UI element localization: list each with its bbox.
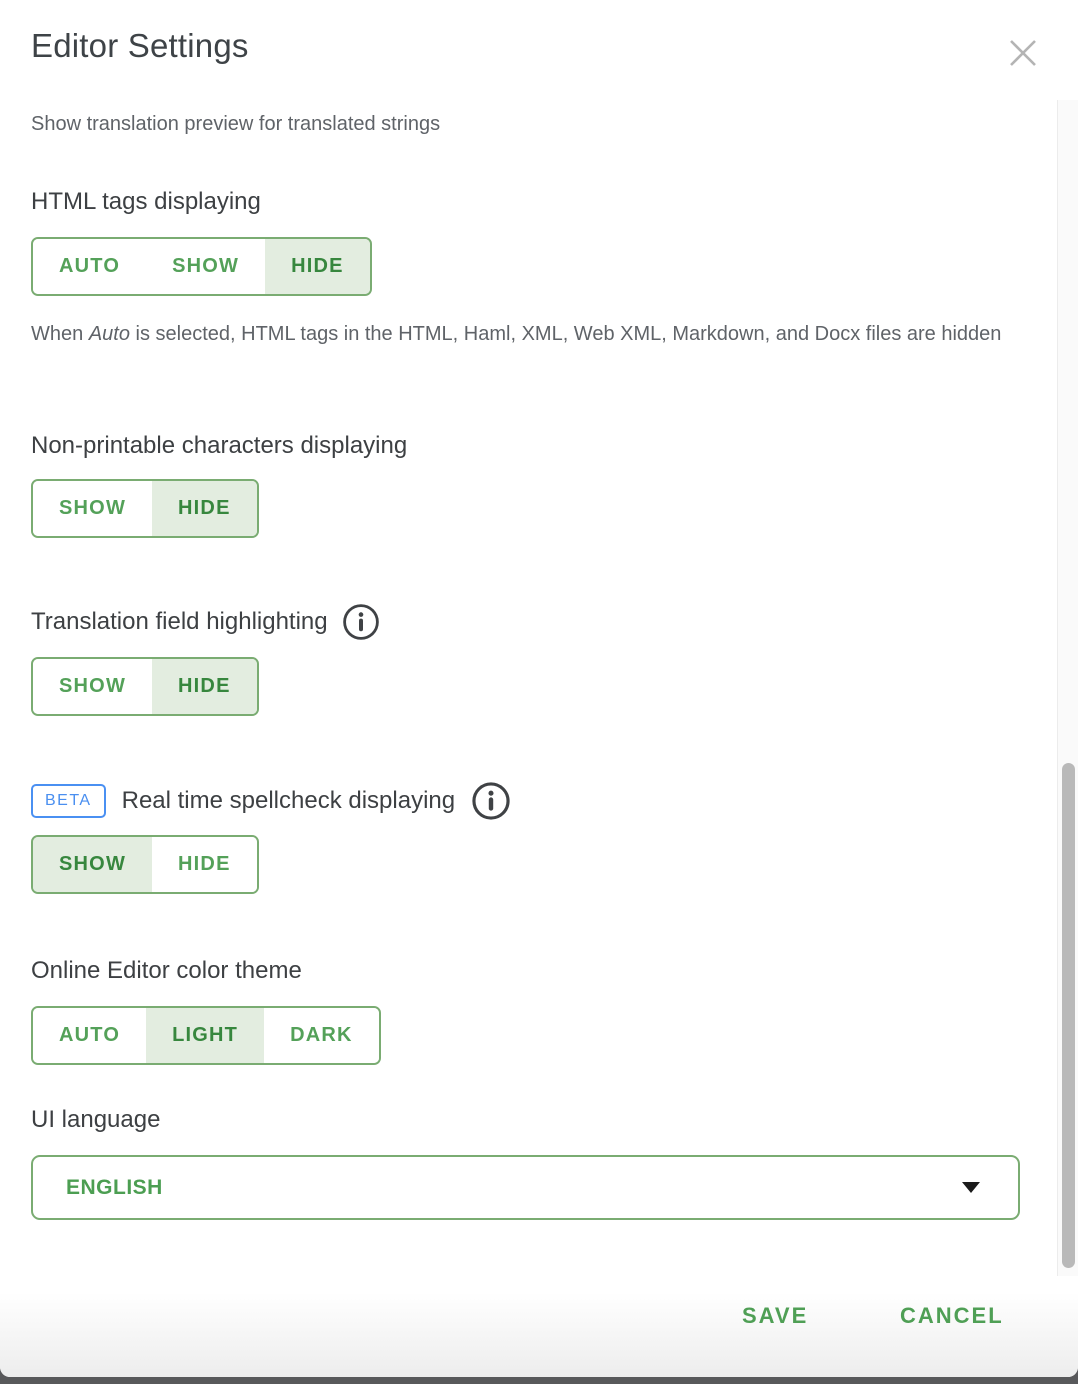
non-printable-label: Non-printable characters displaying bbox=[31, 432, 407, 460]
desc-text: When bbox=[31, 323, 89, 345]
html-tags-label: HTML tags displaying bbox=[31, 188, 261, 216]
spellcheck-label: Real time spellcheck displaying bbox=[122, 787, 456, 815]
spellcheck-option-hide[interactable]: HIDE bbox=[152, 837, 257, 892]
non-printable-option-show[interactable]: SHOW bbox=[33, 481, 152, 536]
field-highlight-toggle: SHOW HIDE bbox=[31, 657, 259, 716]
html-tags-description: When Auto is selected, HTML tags in the … bbox=[31, 316, 1021, 353]
field-highlight-option-show[interactable]: SHOW bbox=[33, 659, 152, 714]
info-icon[interactable] bbox=[471, 781, 511, 821]
spellcheck-row: BETA Real time spellcheck displaying bbox=[31, 781, 511, 821]
ui-language-label: UI language bbox=[31, 1106, 160, 1134]
field-highlight-row: Translation field highlighting bbox=[31, 603, 380, 641]
scrollbar-track[interactable] bbox=[1057, 100, 1078, 1276]
ui-language-value: ENGLISH bbox=[66, 1176, 962, 1200]
non-printable-toggle: SHOW HIDE bbox=[31, 479, 259, 538]
cancel-button[interactable]: CANCEL bbox=[900, 1303, 1004, 1329]
color-theme-label: Online Editor color theme bbox=[31, 957, 302, 985]
non-printable-option-hide[interactable]: HIDE bbox=[152, 481, 257, 536]
field-highlight-label: Translation field highlighting bbox=[31, 608, 328, 636]
spellcheck-option-show[interactable]: SHOW bbox=[33, 837, 152, 892]
html-tags-option-show[interactable]: SHOW bbox=[146, 239, 265, 294]
field-highlight-option-hide[interactable]: HIDE bbox=[152, 659, 257, 714]
editor-settings-dialog: Editor Settings Show translation preview… bbox=[0, 0, 1078, 1377]
spellcheck-toggle: SHOW HIDE bbox=[31, 835, 259, 894]
color-theme-toggle: AUTO LIGHT DARK bbox=[31, 1006, 381, 1065]
scrollbar-thumb[interactable] bbox=[1062, 763, 1075, 1268]
page-title: Editor Settings bbox=[31, 27, 249, 65]
color-theme-option-dark[interactable]: DARK bbox=[264, 1008, 379, 1063]
desc-text-after: is selected, HTML tags in the HTML, Haml… bbox=[130, 323, 1001, 345]
info-icon[interactable] bbox=[342, 603, 380, 641]
save-button[interactable]: SAVE bbox=[742, 1303, 808, 1329]
html-tags-option-hide[interactable]: HIDE bbox=[265, 239, 370, 294]
translation-preview-note: Show translation preview for translated … bbox=[31, 113, 440, 136]
html-tags-option-auto[interactable]: AUTO bbox=[33, 239, 146, 294]
beta-badge: BETA bbox=[31, 784, 106, 818]
chevron-down-icon bbox=[962, 1182, 980, 1193]
color-theme-option-auto[interactable]: AUTO bbox=[33, 1008, 146, 1063]
close-icon[interactable] bbox=[1004, 34, 1042, 72]
ui-language-select[interactable]: ENGLISH bbox=[31, 1155, 1020, 1220]
desc-auto-word: Auto bbox=[89, 323, 130, 345]
color-theme-option-light[interactable]: LIGHT bbox=[146, 1008, 264, 1063]
html-tags-toggle: AUTO SHOW HIDE bbox=[31, 237, 372, 296]
